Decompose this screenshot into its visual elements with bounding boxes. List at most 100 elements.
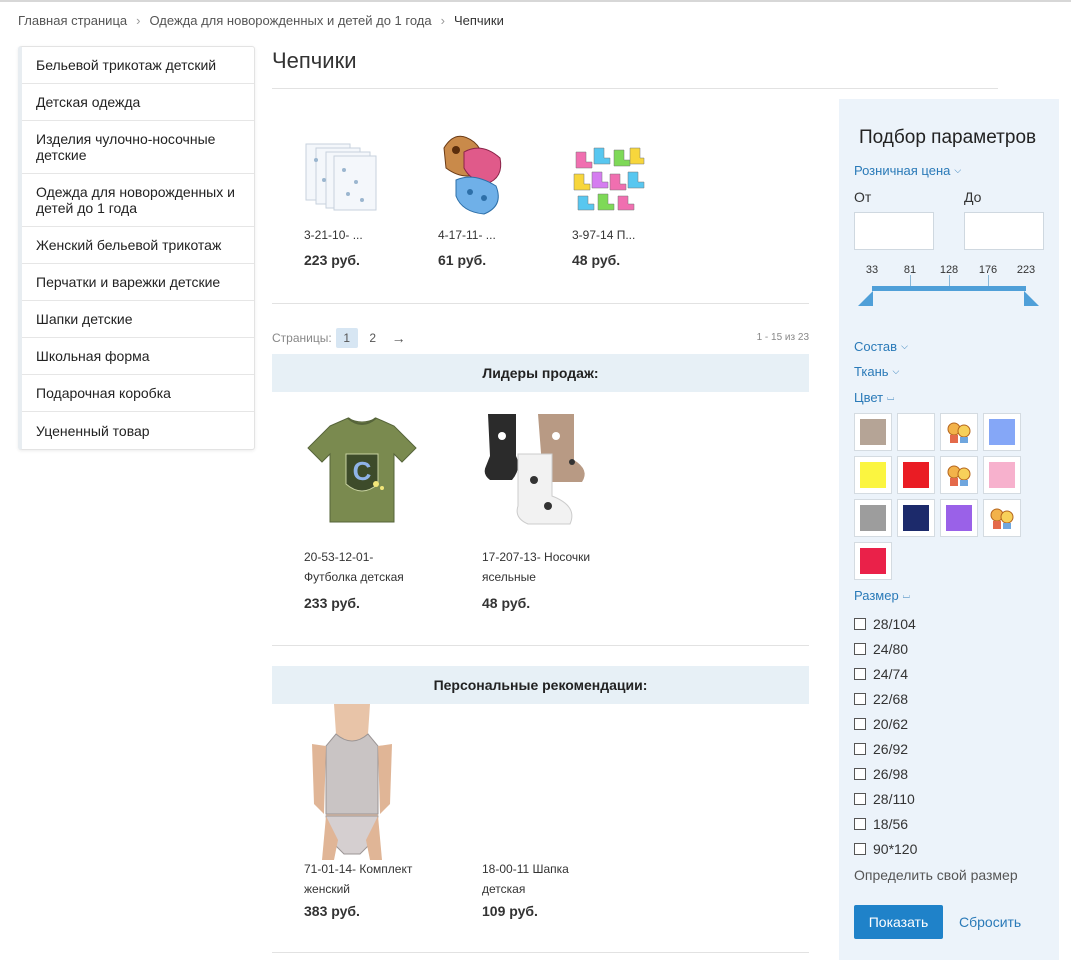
product-name-line2[interactable]: ясельные (482, 568, 536, 587)
product-name[interactable]: 20-53-12-01- (304, 548, 373, 567)
swatch-color (860, 505, 886, 531)
size-label: 90*120 (873, 840, 918, 857)
breadcrumb-newborn[interactable]: Одежда для новорожденных и детей до 1 го… (149, 13, 431, 28)
product-image-placeholder[interactable] (482, 704, 598, 860)
color-swatch[interactable] (940, 499, 978, 537)
size-label: 18/56 (873, 815, 909, 832)
color-swatch[interactable] (854, 456, 892, 494)
product-card[interactable]: 4-17-11- ... 61 руб. (438, 128, 508, 268)
size-label: 26/98 (873, 765, 909, 782)
color-swatch[interactable] (897, 413, 935, 451)
product-image[interactable] (304, 704, 400, 860)
chevron-right-icon: › (136, 13, 141, 28)
color-swatch[interactable] (854, 499, 892, 537)
menu-item-kids-clothes[interactable]: Детская одежда (22, 84, 254, 121)
checkbox[interactable] (854, 817, 866, 830)
size-option[interactable]: 90*120 (854, 836, 917, 861)
product-name-line2[interactable]: детская (482, 880, 525, 899)
checkbox[interactable] (854, 792, 866, 805)
size-option[interactable]: 18/56 (854, 811, 917, 836)
breadcrumb-current: Чепчики (453, 13, 504, 28)
recommendation-card[interactable]: 18-00-11 Шапка детская 109 руб. (482, 704, 598, 919)
product-card[interactable]: 3-97-14 П... 48 руб. (572, 140, 646, 268)
recommendation-card[interactable]: 71-01-14- Комплект женский 383 руб. (304, 704, 412, 919)
page-1[interactable]: 1 (335, 328, 358, 348)
size-option[interactable]: 24/80 (854, 636, 917, 661)
size-filter-toggle[interactable]: Размер ⌴ (854, 588, 910, 603)
swatch-color (946, 505, 972, 531)
checkbox[interactable] (854, 667, 866, 680)
menu-item-gloves[interactable]: Перчатки и варежки детские (22, 264, 254, 301)
fabric-filter-toggle[interactable]: Ткань ⌵ (854, 364, 899, 379)
menu-item-newborn[interactable]: Одежда для новорожденных и детей до 1 го… (22, 174, 254, 227)
bestseller-card[interactable]: 17-207-13- Носочки ясельные 48 руб. (482, 410, 598, 611)
checkbox[interactable] (854, 717, 866, 730)
size-option[interactable]: 26/98 (854, 761, 917, 786)
pattern-swatch[interactable] (940, 456, 978, 494)
product-name-line2[interactable]: женский (304, 880, 350, 899)
checkbox[interactable] (854, 642, 866, 655)
pattern-swatch[interactable] (940, 413, 978, 451)
color-swatch[interactable] (897, 456, 935, 494)
size-option[interactable]: 28/110 (854, 786, 917, 811)
checkbox[interactable] (854, 767, 866, 780)
product-name[interactable]: 3-97-14 П... (572, 226, 635, 245)
reset-filter-link[interactable]: Сбросить (959, 914, 1021, 930)
page-2[interactable]: 2 (362, 328, 384, 348)
bestseller-card[interactable]: C 20-53-12-01- Футболка детская 233 руб. (304, 410, 420, 611)
filter-panel: Подбор параметров Розничная цена ⌵ От До … (839, 99, 1059, 960)
pattern-swatch[interactable] (983, 499, 1021, 537)
price-from-input[interactable] (854, 212, 934, 250)
color-swatch[interactable] (854, 413, 892, 451)
product-name[interactable]: 71-01-14- Комплект (304, 860, 412, 879)
chevron-down-icon: ⌵ (901, 341, 908, 351)
swatch-color (860, 548, 886, 574)
color-swatch[interactable] (897, 499, 935, 537)
menu-item-kids-underwear[interactable]: Бельевой трикотаж детский (22, 47, 254, 84)
price-to-input[interactable] (964, 212, 1044, 250)
product-image[interactable] (438, 128, 508, 220)
product-name[interactable]: 3-21-10- ... (304, 226, 363, 245)
pagination: Страницы: 1 2 → (272, 328, 406, 348)
product-image[interactable] (482, 410, 598, 532)
breadcrumb-home[interactable]: Главная страница (18, 13, 127, 28)
checkbox[interactable] (854, 742, 866, 755)
menu-item-gift-box[interactable]: Подарочная коробка (22, 375, 254, 412)
pattern-swatch-image (989, 505, 1015, 531)
chevron-right-icon: › (440, 13, 445, 28)
next-page-arrow-icon[interactable]: → (392, 330, 406, 346)
color-swatch[interactable] (983, 456, 1021, 494)
menu-item-womens-underwear[interactable]: Женский бельевой трикотаж (22, 227, 254, 264)
bestsellers-header: Лидеры продаж: (272, 354, 809, 392)
menu-item-discounted[interactable]: Уцененный товар (22, 412, 254, 449)
menu-item-school-uniform[interactable]: Школьная форма (22, 338, 254, 375)
product-image[interactable] (572, 140, 646, 214)
checkbox[interactable] (854, 617, 866, 630)
menu-item-kids-hats[interactable]: Шапки детские (22, 301, 254, 338)
size-option[interactable]: 28/104 (854, 611, 917, 636)
size-option[interactable]: 22/68 (854, 686, 917, 711)
product-card[interactable]: 3-21-10- ... 223 руб. (304, 130, 378, 268)
color-swatch[interactable] (854, 542, 892, 580)
find-size-link[interactable]: Определить свой размер (854, 867, 1018, 883)
price-slider-max-handle[interactable] (1024, 291, 1039, 306)
checkbox[interactable] (854, 842, 866, 855)
price-slider-min-handle[interactable] (858, 291, 873, 306)
menu-item-kids-hosiery[interactable]: Изделия чулочно-носочные детские (22, 121, 254, 174)
color-filter-toggle[interactable]: Цвет ⌴ (854, 390, 894, 405)
show-results-button[interactable]: Показать (854, 905, 943, 939)
size-option[interactable]: 26/92 (854, 736, 917, 761)
product-name[interactable]: 17-207-13- Носочки (482, 548, 590, 567)
product-name-line2[interactable]: Футболка детская (304, 568, 404, 587)
composition-filter-toggle[interactable]: Состав ⌵ (854, 339, 908, 354)
price-filter-toggle[interactable]: Розничная цена ⌵ (854, 163, 961, 178)
product-name[interactable]: 18-00-11 Шапка (482, 860, 569, 879)
product-image[interactable] (304, 130, 378, 214)
price-slider-track[interactable] (872, 286, 1026, 291)
checkbox[interactable] (854, 692, 866, 705)
size-option[interactable]: 20/62 (854, 711, 917, 736)
size-option[interactable]: 24/74 (854, 661, 917, 686)
product-image[interactable]: C (304, 410, 420, 526)
product-name[interactable]: 4-17-11- ... (438, 226, 496, 245)
color-swatch[interactable] (983, 413, 1021, 451)
